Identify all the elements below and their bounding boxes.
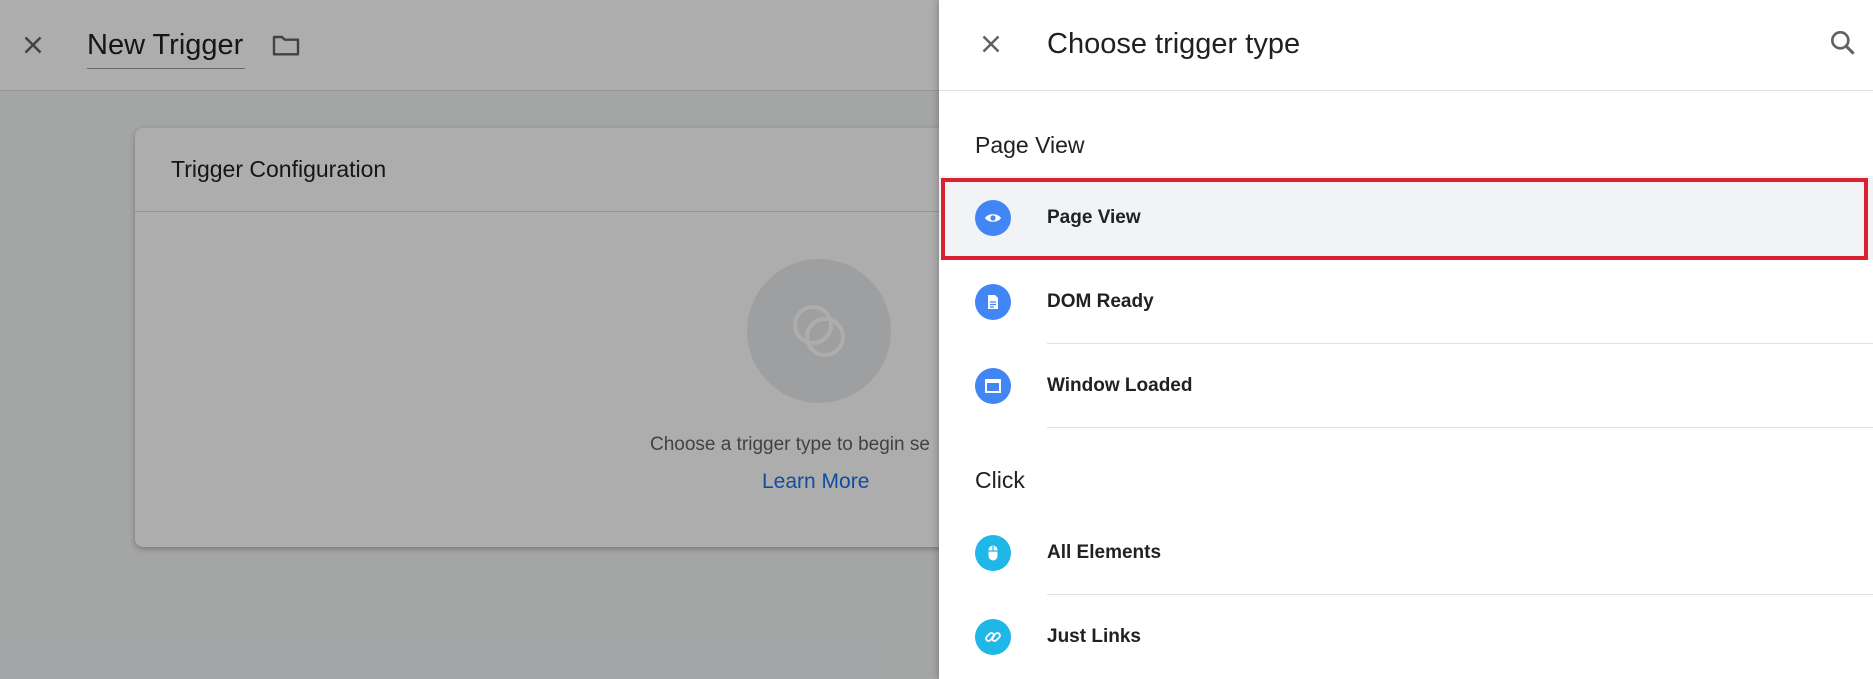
trigger-type-drawer: Choose trigger type Page View Page View … bbox=[939, 0, 1873, 679]
drawer-header: Choose trigger type bbox=[939, 0, 1873, 91]
trigger-option-page-view[interactable]: Page View bbox=[939, 176, 1873, 260]
search-icon bbox=[1831, 30, 1855, 55]
trigger-option-window-loaded[interactable]: Window Loaded bbox=[939, 344, 1873, 428]
eye-icon bbox=[975, 200, 1011, 236]
section-heading-click: Click bbox=[975, 467, 1025, 493]
trigger-option-label: Just Links bbox=[1047, 626, 1141, 647]
trigger-option-label: Page View bbox=[1047, 207, 1141, 228]
trigger-option-label: All Elements bbox=[1047, 542, 1162, 563]
close-icon bbox=[982, 35, 1000, 53]
document-icon bbox=[975, 284, 1011, 320]
close-drawer-button[interactable] bbox=[976, 29, 1006, 59]
link-icon bbox=[975, 619, 1011, 655]
row-divider bbox=[1047, 427, 1873, 428]
trigger-option-just-links[interactable]: Just Links bbox=[939, 595, 1873, 679]
drawer-title: Choose trigger type bbox=[1047, 28, 1301, 60]
mouse-icon bbox=[975, 535, 1011, 571]
window-icon bbox=[975, 368, 1011, 404]
trigger-option-dom-ready[interactable]: DOM Ready bbox=[939, 260, 1873, 344]
section-heading-page-view: Page View bbox=[975, 132, 1085, 158]
trigger-option-all-elements[interactable]: All Elements bbox=[939, 511, 1873, 595]
trigger-option-label: Window Loaded bbox=[1047, 375, 1193, 396]
trigger-option-label: DOM Ready bbox=[1047, 291, 1154, 312]
search-button[interactable] bbox=[1827, 27, 1859, 59]
